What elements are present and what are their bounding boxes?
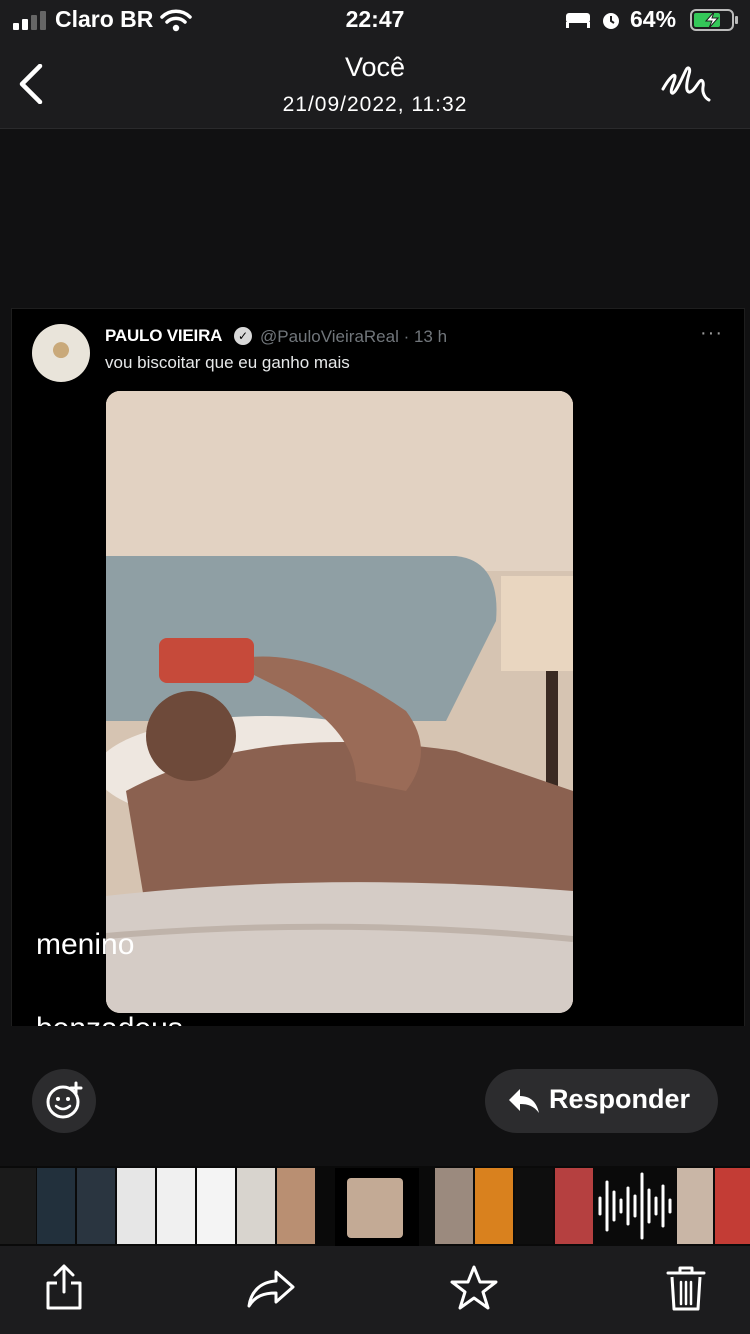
thumbnail[interactable] — [515, 1168, 553, 1244]
tweet-text: vou biscoitar que eu ganho mais — [105, 353, 350, 372]
more-options-icon: ··· — [700, 322, 723, 344]
alarm-icon — [603, 13, 619, 29]
forward-icon[interactable] — [246, 1268, 296, 1310]
caption-line-1: menino — [36, 928, 135, 961]
thumbnail[interactable] — [77, 1168, 115, 1244]
thumbnail[interactable] — [37, 1168, 75, 1244]
thumbnail[interactable] — [237, 1168, 275, 1244]
emoji-reaction-icon — [46, 1081, 83, 1119]
markup-pen-icon[interactable] — [660, 62, 712, 104]
emoji-reaction-button[interactable] — [32, 1069, 96, 1133]
thumbnail[interactable] — [157, 1168, 195, 1244]
thumbnail[interactable] — [715, 1168, 750, 1244]
thumbnail[interactable] — [435, 1168, 473, 1244]
thumbnail[interactable] — [197, 1168, 235, 1244]
thumbnail[interactable] — [117, 1168, 155, 1244]
photo-illustration — [106, 391, 573, 1013]
page-title: Você — [344, 52, 406, 82]
thumbnail[interactable] — [677, 1168, 713, 1244]
thumbnail[interactable] — [555, 1168, 593, 1244]
thumbnail-selected[interactable] — [335, 1168, 419, 1248]
avatar — [32, 324, 90, 382]
audio-waveform-icon[interactable] — [595, 1168, 675, 1244]
sleep-mode-icon — [566, 13, 590, 28]
bottom-toolbar — [0, 1246, 750, 1334]
battery-charging-icon — [690, 9, 738, 31]
reply-arrow-icon — [509, 1089, 539, 1113]
reply-label: Responder — [549, 1084, 691, 1114]
tweet-photo — [106, 391, 573, 1013]
share-icon[interactable] — [44, 1262, 84, 1312]
trash-icon[interactable] — [666, 1264, 706, 1312]
star-icon[interactable] — [450, 1264, 498, 1312]
thumbnail[interactable] — [277, 1168, 315, 1244]
thumbnail[interactable] — [475, 1168, 513, 1244]
tweet-author-name: PAULO VIEIRA — [105, 326, 223, 345]
battery-percent: 64% — [630, 6, 677, 32]
page-subtitle: 21/09/2022, 11:32 — [282, 93, 468, 116]
verified-badge-icon: ✓ — [234, 327, 252, 345]
tweet-handle: @PauloVieiraReal · 13 h — [260, 327, 448, 346]
thumbnail[interactable] — [0, 1168, 36, 1244]
